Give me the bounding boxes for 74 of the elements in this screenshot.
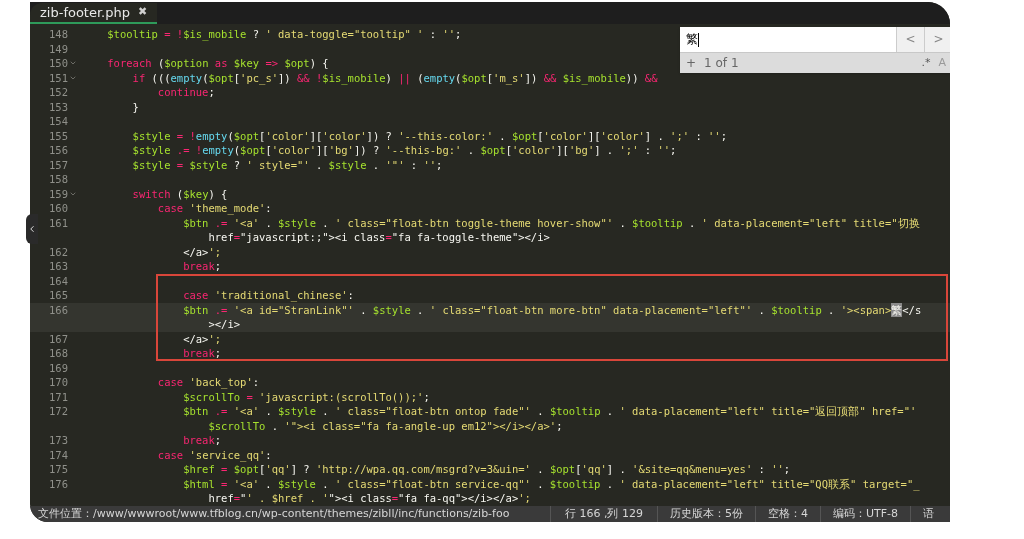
file-path: 文件位置：/www/wwwroot/www.tfblog.cn/wp-content/themes/zibll/inc/functions/zib-foo xyxy=(37,506,511,522)
code-line: $btn .= '<a' . $style . ' class="float-btn ontop fade"' . $tooltip . ' data-placement="left" title="返回顶部" href="' xyxy=(182,404,917,419)
code-line: $style .= !empty($opt['color']['bg']) ? '--this-bg:' . $opt['color']['bg'] . ';' : ''; xyxy=(131,143,677,158)
code-line: } xyxy=(131,99,139,114)
code-line: switch ($key) { xyxy=(131,186,228,201)
code-line: if (((empty($opt['pc_s']) && !$is_mobile) || (empty($opt['m_s']) && $is_mobile)) && xyxy=(131,70,658,85)
search-input[interactable]: 繁 xyxy=(680,27,896,52)
line-number: 164 xyxy=(49,273,68,288)
line-number: 162 xyxy=(49,244,68,259)
code-line: $style = !empty($opt['color']['color']) ? '--this-color:' . $opt['color']['color'] . ';' : ''; xyxy=(131,128,727,143)
line-number: 152 xyxy=(49,85,68,100)
line-number: 154 xyxy=(49,114,68,129)
line-number: 174 xyxy=(49,447,68,462)
line-number: 156 xyxy=(49,143,68,158)
line-number: 173 xyxy=(49,433,68,448)
code-line: break; xyxy=(182,259,222,274)
code-line: ></i> xyxy=(207,318,241,330)
encoding-setting: 编码：UTF-8 xyxy=(820,506,911,522)
line-number: 155 xyxy=(49,128,68,143)
code-line: $scrollTo . '"><i class="fa fa-angle-up em12"></i></a>'; xyxy=(207,419,563,432)
line-number: 149 xyxy=(49,41,68,56)
line-number: 163 xyxy=(49,259,68,274)
code-line: break; xyxy=(182,346,222,361)
line-number: 158 xyxy=(49,172,68,187)
code-line: continue; xyxy=(156,85,215,100)
code-line: $href = $opt['qq'] ? 'http://wpa.qq.com/msgrd?v=3&uin=' . $opt['qq'] . '&site=qq&menu=yes' : ''; xyxy=(182,462,791,477)
code-line: $html = '<a' . $style . ' class="float-btn service-qq"' . $tooltip . ' data-placement="left" title="QQ联系" target="_ xyxy=(182,476,920,491)
history-versions: 历史版本：5份 xyxy=(657,506,755,522)
line-number: 148 xyxy=(49,27,68,42)
match-count: 1 of 1 xyxy=(704,55,740,71)
cursor-position: 行 166 ,列 129 xyxy=(550,506,657,522)
code-line: href="javascript:;"><i class="fa fa-toggle-theme"></i> xyxy=(207,231,550,243)
next-match-button[interactable]: > xyxy=(924,27,950,52)
code-line: case 'service_qq': xyxy=(156,447,272,462)
indent-setting: 空格：4 xyxy=(755,506,820,522)
line-number: 170 xyxy=(49,375,68,390)
code-line: case 'traditional_chinese': xyxy=(182,288,354,303)
add-button[interactable]: + xyxy=(686,55,697,71)
line-number: 165 xyxy=(49,288,68,303)
code-line: case 'back_top': xyxy=(156,375,260,390)
line-number: 176 xyxy=(49,476,68,491)
language-setting: 语 xyxy=(910,506,947,522)
code-line: </a>'; xyxy=(182,244,222,259)
line-number: 168 xyxy=(49,346,68,361)
code-line: $btn .= '<a id="StranLink"' . $style . ' class="float-btn more-btn" data-placement="left"' . $tooltip . '><span> xyxy=(182,302,892,317)
line-number: 159 xyxy=(49,186,68,201)
line-number: 160 xyxy=(49,201,68,216)
code-line: $scrollTo = 'javascript:(scrollTo());'; xyxy=(182,389,430,404)
line-number: 166 xyxy=(49,302,68,317)
code-line: </a>'; xyxy=(182,331,222,346)
line-number: 150 xyxy=(49,56,68,71)
line-number: 167 xyxy=(49,331,68,346)
close-tab-button[interactable]: ✖ xyxy=(138,4,148,21)
line-number: 171 xyxy=(49,389,68,404)
code-line: foreach ($option as $key => $opt) { xyxy=(106,56,329,71)
regex-toggle[interactable]: .* xyxy=(921,55,931,71)
code-fragment: </s xyxy=(902,302,922,317)
line-number: 153 xyxy=(49,99,68,114)
line-number: 169 xyxy=(49,360,68,375)
line-number: 175 xyxy=(49,462,68,477)
line-number: 172 xyxy=(49,404,68,419)
chevron-left-icon xyxy=(27,224,37,234)
line-number: 157 xyxy=(49,157,68,172)
code-line: break; xyxy=(182,433,222,448)
code-line: href="' . $href . '"><i class="fa fa-qq"></i></a>'; xyxy=(207,492,531,504)
file-tab[interactable]: zib-footer.php ✖ xyxy=(30,3,158,24)
code-line: $style = $style ? ' style="' . $style . '"' : ''; xyxy=(131,157,443,172)
line-number: 151 xyxy=(49,70,68,85)
line-number: 161 xyxy=(49,215,68,230)
previous-match-button[interactable]: < xyxy=(896,27,924,52)
code-line: case 'theme_mode': xyxy=(156,201,272,216)
collapse-handle[interactable] xyxy=(26,214,38,244)
code-line: $tooltip = !$is_mobile ? ' data-toggle="tooltip" ' : ''; xyxy=(106,27,462,42)
code-line: $btn .= '<a' . $style . ' class="float-btn toggle-theme hover-show"' . $tooltip . ' data-placement="left" title="切换 xyxy=(182,215,920,230)
